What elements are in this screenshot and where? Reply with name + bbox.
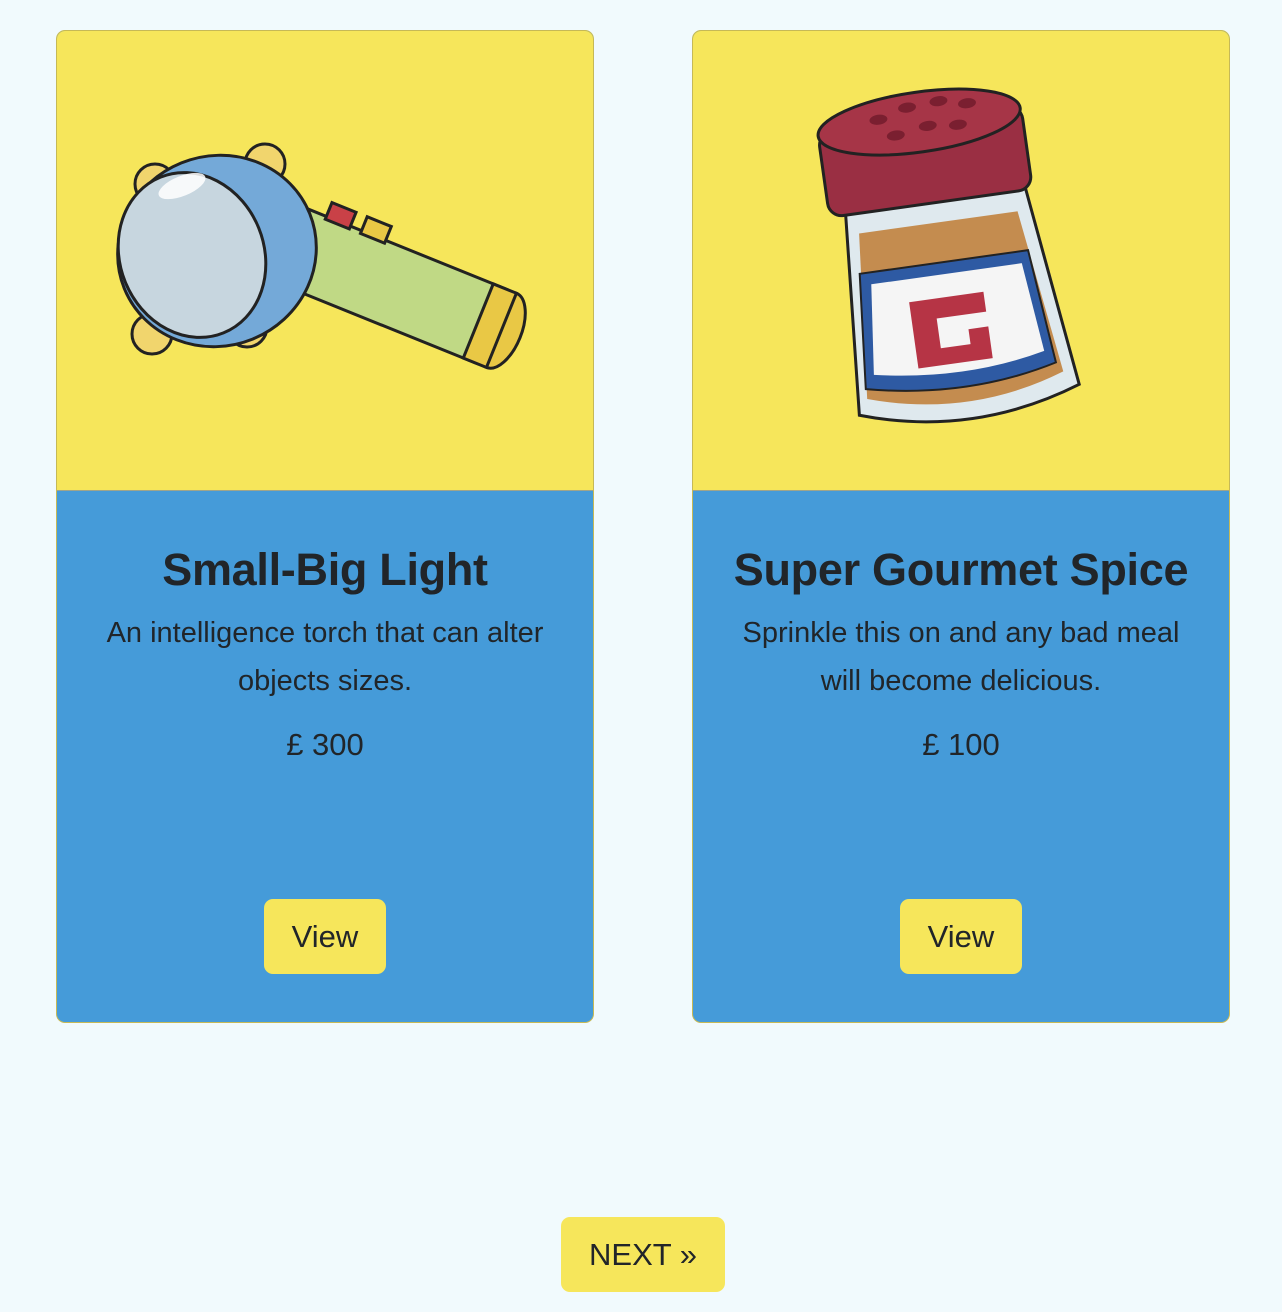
next-page-button[interactable]: NEXT » bbox=[561, 1217, 725, 1292]
product-image bbox=[693, 31, 1229, 491]
torch-icon bbox=[116, 142, 527, 370]
product-card-super-gourmet-spice: Super Gourmet Spice Sprinkle this on and… bbox=[692, 30, 1230, 1023]
view-button[interactable]: View bbox=[900, 899, 1022, 974]
product-price: £ 300 bbox=[286, 727, 364, 762]
product-title: Super Gourmet Spice bbox=[733, 544, 1189, 595]
product-card-small-big-light: Small-Big Light An intelligence torch th… bbox=[56, 30, 594, 1023]
product-title: Small-Big Light bbox=[162, 544, 488, 595]
product-description: Sprinkle this on and any bad meal will b… bbox=[742, 617, 1180, 697]
card-body: Small-Big Light An intelligence torch th… bbox=[57, 491, 593, 769]
spice-shaker-icon bbox=[816, 87, 1081, 424]
card-body: Super Gourmet Spice Sprinkle this on and… bbox=[693, 491, 1229, 769]
view-button[interactable]: View bbox=[264, 899, 386, 974]
product-image bbox=[57, 31, 593, 491]
product-price: £ 100 bbox=[922, 727, 1000, 762]
product-description: An intelligence torch that can alter obj… bbox=[106, 617, 544, 697]
